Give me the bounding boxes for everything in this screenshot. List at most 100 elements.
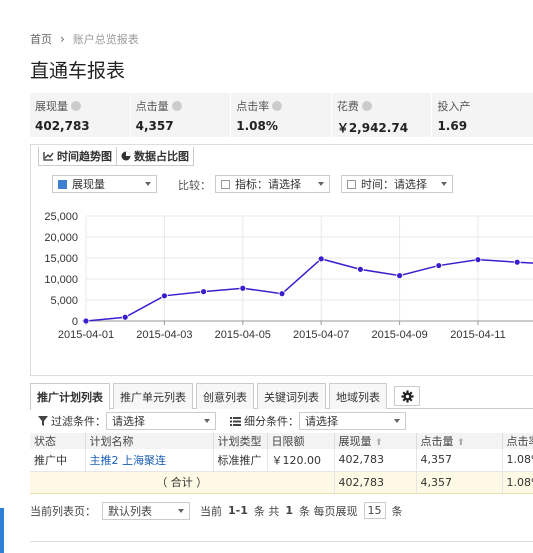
breadcrumb-home[interactable]: 首页 [30,31,52,47]
y-tick-label: 5,000 [50,295,78,307]
pager-info-suffix: 条 每页展现 [299,504,358,518]
filter-select-value: 请选择 [112,415,145,428]
metric-value: 1.08% [236,119,278,133]
help-icon[interactable] [71,101,81,111]
data-point [121,313,129,321]
tab-proportion[interactable]: 数据占比图 [117,147,194,166]
metric-impressions[interactable]: 展现量 402,783 [30,93,131,137]
line-chart-icon [43,152,54,161]
filter-icon [38,416,48,426]
tab-time-trend[interactable]: 时间趋势图 [38,147,117,166]
checkbox-icon[interactable] [221,179,230,189]
chevron-down-icon [178,508,184,513]
tab-adgroup-list[interactable]: 推广单元列表 [113,383,193,409]
metrics-summary: 展现量 402,783 点击量 4,357 点击率 1.08% 花费 ￥2,94… [30,93,533,137]
tab-label: 数据占比图 [134,150,189,163]
help-icon[interactable] [361,101,372,111]
settings-button[interactable] [394,386,420,406]
tab-campaign-list[interactable]: 推广计划列表 [30,383,110,410]
tab-label: 时间趋势图 [57,150,112,163]
header-name: 计划名称 [85,433,214,449]
tab-keyword-list[interactable]: 关键词列表 [257,383,326,409]
cell-type: 标准推广 [213,449,268,472]
total-impressions: 402,783 [334,471,417,494]
y-tick-label: 0 [72,316,78,328]
data-point [435,262,443,269]
filter-label: 过滤条件： [51,415,106,428]
compare-label: 比较： [178,179,211,192]
x-tick-label: 2015-04-01 [58,329,114,341]
metric-value: 402,783 [35,119,90,133]
help-icon[interactable] [171,101,182,111]
filter-select[interactable]: 请选择 [106,412,216,430]
header-ctr[interactable]: 点击率 [502,433,533,449]
x-tick-label: 2015-04-07 [293,329,349,341]
x-tick-label: 2015-04-03 [136,329,192,341]
data-point [200,288,208,296]
checkbox-icon[interactable] [347,179,356,189]
pager-info-prefix: 当前 [200,504,222,518]
table-total-row: （ 合计 ） 402,783 4,357 1.08% [30,471,533,494]
help-icon[interactable] [272,101,283,111]
metric-cost[interactable]: 花费 ￥2,942.74 [332,93,433,137]
list-tabs: 推广计划列表 推广单元列表 创意列表 关键词列表 地域列表 [30,383,533,410]
metric-label: 展现量 [35,100,68,113]
y-tick-label: 25,000 [44,211,78,223]
divider [30,541,533,542]
list-view-value: 默认列表 [108,504,152,518]
metric-clicks[interactable]: 点击量 4,357 [131,93,232,137]
x-tick-label: 2015-04-11 [450,329,505,341]
detail-label: 细分条件： [244,415,299,428]
tab-creative-list[interactable]: 创意列表 [196,383,254,409]
metric-select-value: 展现量 [72,178,105,191]
table-row: 推广中 主推2 上海聚连 标准推广 ￥120.00 402,783 4,357 … [30,449,533,472]
pager-total: 1 [285,504,294,517]
pager-info-mid: 条 共 [253,504,280,518]
gear-icon [400,389,414,403]
chevron-down-icon [318,182,324,186]
sort-up-icon[interactable]: ⬆ [457,438,465,448]
pager-range: 1-1 [228,504,248,517]
series-color-swatch [58,179,67,189]
filter-row: 过滤条件： 请选择 细分条件： 请选择 [30,409,533,433]
metric-label: 投入产 [437,100,471,113]
cell-clicks: 4,357 [416,449,503,472]
table-header: 状态 计划名称 计划类型 日限额 展现量 ⬆ 点击量 ⬆ 点击率 [30,433,533,449]
time-select[interactable]: 时间：请选择 [341,175,453,193]
y-tick-label: 20,000 [44,232,78,244]
sort-up-icon[interactable]: ⬆ [375,438,383,448]
indicator-select[interactable]: 指标：请选择 [215,175,330,193]
tab-region-list[interactable]: 地域列表 [329,383,387,409]
header-clicks[interactable]: 点击量 ⬆ [416,433,503,449]
data-point [82,317,90,325]
indicator-select-value: 指标：请选择 [235,178,301,191]
chevron-down-icon [145,182,151,186]
list-view-select[interactable]: 默认列表 [102,501,190,520]
metric-ctr[interactable]: 点击率 1.08% [231,93,332,137]
data-point [239,284,247,292]
cell-budget: ￥120.00 [267,449,335,472]
pie-chart-icon [121,151,131,161]
time-select-value: 时间：请选择 [361,178,427,191]
metric-label: 点击率 [236,100,270,113]
total-label: （ 合计 ） [30,471,335,494]
metric-roi[interactable]: 投入产 1.69 [432,93,533,137]
chevron-down-icon [394,419,400,423]
breadcrumb: 首页 › 账户总览报表 [30,31,139,47]
pager: 当前列表页： 默认列表 当前 1-1 条 共 1 条 每页展现 15 条 [30,498,533,524]
cell-status: 推广中 [30,449,86,472]
metric-value: 4,357 [135,119,174,133]
detail-select[interactable]: 请选择 [299,412,406,430]
cell-ctr: 1.08% [502,449,533,472]
metric-label: 点击量 [135,100,169,113]
header-impressions[interactable]: 展现量 ⬆ [334,433,417,449]
left-accent-strip [0,508,4,553]
per-page-input[interactable]: 15 [363,502,386,519]
campaign-table: 状态 计划名称 计划类型 日限额 展现量 ⬆ 点击量 ⬆ 点击率 推广中 主推2… [30,433,533,494]
breadcrumb-current: 账户总览报表 [72,33,139,46]
metric-select[interactable]: 展现量 [52,175,157,193]
metric-label: 花费 [336,100,359,113]
chevron-down-icon [441,182,447,186]
pager-label: 当前列表页： [30,504,96,518]
cell-campaign-name-link[interactable]: 主推2 上海聚连 [85,449,214,472]
